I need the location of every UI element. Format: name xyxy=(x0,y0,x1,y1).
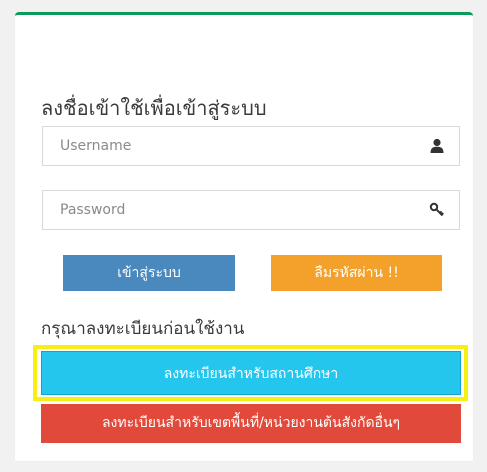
login-button[interactable]: เข้าสู่ระบบ xyxy=(63,255,235,291)
password-input[interactable] xyxy=(43,191,420,229)
forgot-password-button[interactable]: ลืมรหัสผ่าน !! xyxy=(271,255,442,291)
username-input[interactable] xyxy=(43,127,420,165)
register-heading: กรุณาลงทะเบียนก่อนใช้งาน xyxy=(41,319,245,339)
key-icon xyxy=(429,202,445,218)
password-field[interactable] xyxy=(42,190,460,230)
register-school-button[interactable]: ลงทะเบียนสำหรับสถานศึกษา xyxy=(41,351,461,395)
login-heading: ลงชื่อเข้าใช้เพื่อเข้าสู่ระบบ xyxy=(41,96,267,120)
username-field[interactable] xyxy=(42,126,460,166)
user-icon xyxy=(429,138,445,154)
register-area-button[interactable]: ลงทะเบียนสำหรับเขตพื้นที่/หน่วยงานต้นสัง… xyxy=(41,404,461,443)
